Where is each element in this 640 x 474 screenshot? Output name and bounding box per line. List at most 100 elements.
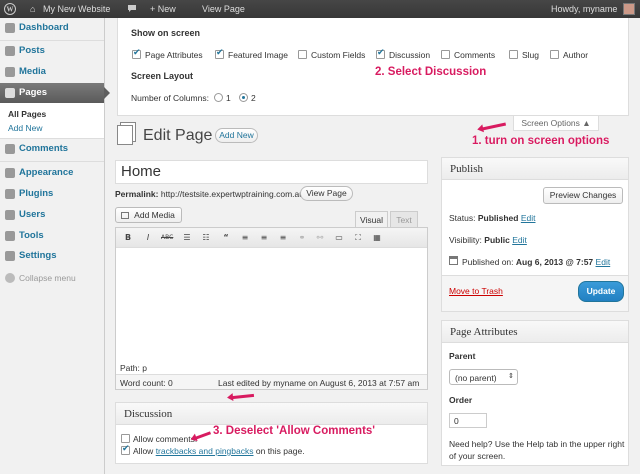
italic-icon[interactable]: I [142, 232, 154, 244]
help-text: Need help? Use the Help tab in the upper… [449, 439, 625, 461]
posts-icon [5, 46, 15, 56]
parent-select[interactable]: (no parent) ⇕ [449, 369, 518, 385]
checkbox-page-attributes[interactable] [132, 48, 141, 59]
settings-icon [5, 251, 15, 261]
allow-comments-checkbox[interactable] [121, 434, 130, 443]
last-edited: Last edited by myname on August 6, 2013 … [218, 378, 420, 388]
checkbox-custom-fields[interactable] [298, 50, 307, 59]
kitchen-sink-icon[interactable]: ▦ [371, 232, 383, 244]
checkbox-comments[interactable] [441, 50, 450, 59]
trackbacks-link[interactable]: trackbacks and pingbacks [156, 446, 254, 456]
visibility-row: Visibility: Public Edit [449, 235, 527, 245]
title-input[interactable]: Home [115, 160, 428, 184]
view-page-button[interactable]: View Page [300, 186, 353, 201]
update-button[interactable]: Update [578, 281, 624, 302]
howdy-user-link[interactable]: Howdy, myname [551, 0, 617, 18]
sidebar-item-dashboard[interactable]: Dashboard [0, 18, 104, 38]
sidebar-item-tools[interactable]: Tools [0, 226, 104, 246]
wordpress-logo-icon[interactable]: W [4, 0, 18, 18]
tools-icon [5, 231, 15, 241]
screen-layout-heading: Screen Layout [131, 71, 194, 81]
appearance-icon [5, 168, 15, 178]
editor-status-bar: Word count: 0 Last edited by myname on A… [116, 374, 427, 389]
annotation-deselect-allow-comments: 3. Deselect 'Allow Comments' [213, 425, 376, 437]
numbered-list-icon[interactable]: ☷ [200, 232, 212, 244]
fullscreen-icon[interactable]: ⛶ [352, 232, 364, 244]
label-author: Author [563, 50, 589, 60]
new-content-link[interactable]: + New [150, 0, 176, 18]
sidebar-item-settings[interactable]: Settings [0, 246, 104, 266]
view-page-link[interactable]: View Page [202, 0, 245, 18]
discussion-heading: Discussion [116, 403, 427, 425]
bullet-list-icon[interactable]: ☰ [181, 232, 193, 244]
radio-columns-1[interactable] [214, 93, 223, 102]
annotation-select-discussion: 2. Select Discussion [375, 66, 487, 78]
sidebar-item-appearance[interactable]: Appearance [0, 163, 104, 183]
site-name-link[interactable]: My New Website [43, 0, 110, 18]
allow-trackbacks-checkbox[interactable] [121, 444, 130, 455]
checkbox-featured-image[interactable] [215, 48, 224, 59]
published-on-row: Published on: Aug 6, 2013 @ 7:57 Edit [462, 257, 611, 267]
label-custom-fields: Custom Fields [311, 50, 366, 60]
allow-comments-label: Allow comments. [133, 434, 198, 444]
edit-visibility-link[interactable]: Edit [512, 235, 527, 245]
radio-columns-2[interactable] [239, 93, 248, 102]
select-arrows-icon: ⇕ [508, 373, 514, 380]
add-media-button[interactable]: Add Media [115, 207, 182, 223]
admin-sidebar: Dashboard Posts Media Pages All Pages Ad… [0, 18, 110, 474]
link-icon[interactable]: ⚭ [296, 232, 308, 244]
allow-trackbacks-label: Allow trackbacks and pingbacks on this p… [133, 446, 305, 456]
page-attributes-box: Page Attributes Parent (no parent) ⇕ Ord… [441, 320, 629, 466]
blockquote-icon[interactable]: “ [220, 232, 232, 244]
strikethrough-icon[interactable]: ABC [161, 232, 173, 244]
publish-box: Publish Preview Changes Status: Publishe… [441, 157, 629, 312]
bold-icon[interactable]: B [122, 232, 134, 244]
screen-options-toggle[interactable]: Screen Options ▲ [513, 116, 599, 131]
pages-submenu: All Pages Add New [0, 103, 104, 139]
sidebar-item-media[interactable]: Media [0, 62, 104, 82]
checkbox-author[interactable] [550, 50, 559, 59]
sidebar-item-all-pages[interactable]: All Pages [8, 109, 46, 119]
sidebar-item-users[interactable]: Users [0, 205, 104, 225]
edit-date-link[interactable]: Edit [596, 257, 611, 267]
tab-text[interactable]: Text [390, 211, 418, 227]
label-discussion: Discussion [389, 50, 431, 60]
plugins-icon [5, 189, 15, 199]
show-on-screen-heading: Show on screen [131, 28, 201, 38]
edit-status-link[interactable]: Edit [521, 213, 536, 223]
label-comments: Comments [454, 50, 496, 60]
publish-heading: Publish [442, 158, 628, 180]
admin-bar: W ⌂ My New Website + New View Page Howdy… [0, 0, 640, 18]
unlink-icon[interactable]: ⚯ [314, 232, 326, 244]
sidebar-item-plugins[interactable]: Plugins [0, 184, 104, 204]
sidebar-item-pages[interactable]: Pages [0, 83, 110, 103]
annotation-arrow-2 [231, 393, 255, 400]
preview-changes-button[interactable]: Preview Changes [543, 187, 623, 204]
page-attributes-heading: Page Attributes [442, 321, 628, 343]
avatar[interactable] [623, 3, 635, 15]
align-center-icon[interactable]: ≡ [258, 232, 270, 244]
checkbox-slug[interactable] [509, 50, 518, 59]
parent-label: Parent [449, 351, 476, 361]
word-count: Word count: 0 [120, 378, 173, 388]
annotation-turn-on-screen-options: 1. turn on screen options [472, 135, 610, 147]
align-left-icon[interactable]: ≡ [239, 232, 251, 244]
order-input[interactable]: 0 [449, 413, 487, 428]
tab-visual[interactable]: Visual [355, 211, 388, 227]
sidebar-item-posts[interactable]: Posts [0, 41, 104, 61]
collapse-icon [5, 273, 15, 283]
move-to-trash-link[interactable]: Move to Trash [449, 286, 503, 296]
comments-icon[interactable] [127, 0, 137, 18]
dashboard-icon [5, 23, 15, 33]
add-new-button[interactable]: Add New [215, 128, 258, 143]
sidebar-item-comments[interactable]: Comments [0, 139, 104, 159]
media-icon [121, 212, 129, 219]
content-editor: B I ABC ☰ ☷ “ ≡ ≡ ≡ ⚭ ⚯ ▭ ⛶ ▦ Path: p Wo… [115, 227, 428, 390]
sidebar-item-add-new[interactable]: Add New [8, 123, 43, 133]
collapse-menu-button[interactable]: Collapse menu [0, 268, 104, 288]
checkbox-discussion[interactable] [376, 48, 385, 59]
more-tag-icon[interactable]: ▭ [333, 232, 345, 244]
align-right-icon[interactable]: ≡ [277, 232, 289, 244]
publish-actions: Move to Trash Update [442, 275, 628, 311]
comments-icon [5, 144, 15, 154]
